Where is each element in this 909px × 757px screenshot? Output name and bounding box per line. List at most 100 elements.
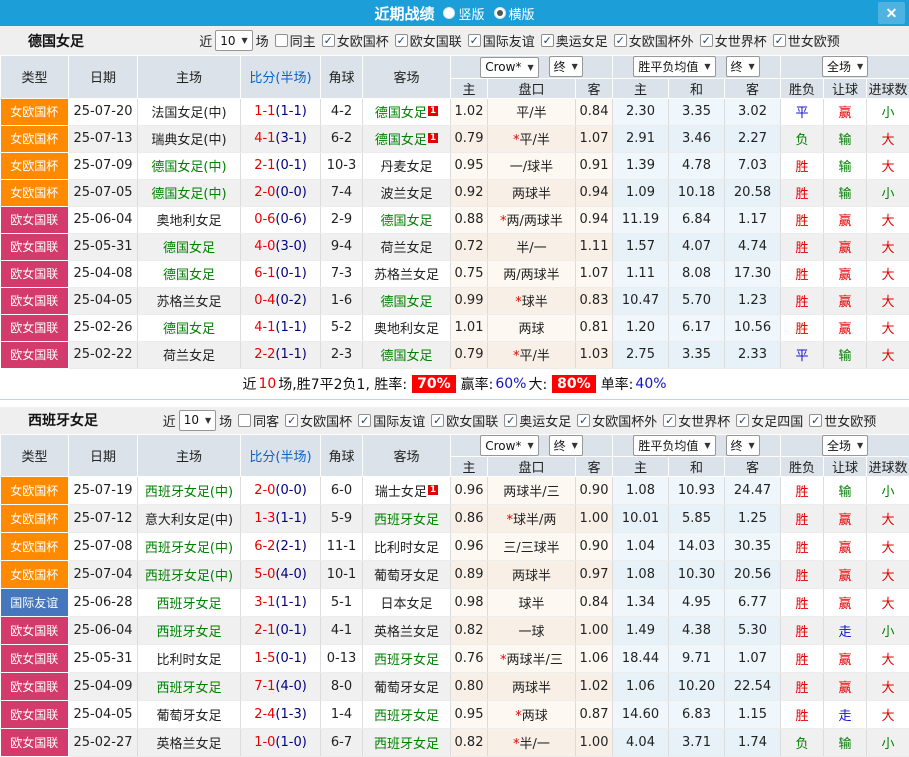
match-count-select[interactable]: 10▼ xyxy=(179,410,216,431)
competition-filter[interactable]: ✓欧女国联 xyxy=(395,31,462,50)
fulltime-score: 1-3 xyxy=(254,511,275,526)
match-row: 欧女国联25-02-27英格兰女足1-0(1-0)6-7西班牙女足0.82*半/… xyxy=(1,729,909,757)
handicap-line: *两球 xyxy=(488,701,576,729)
avg-draw-odds: 8.08 xyxy=(669,260,725,287)
avg-draw-odds: 10.93 xyxy=(669,477,725,505)
same-venue-filter[interactable]: 同主 xyxy=(275,31,316,50)
header-col-corner: 角球 xyxy=(321,434,363,477)
odds-provider-select[interactable]: Crow*▼ xyxy=(480,57,538,78)
competition-filter[interactable]: ✓女世界杯 xyxy=(663,411,730,430)
close-button[interactable]: ✕ xyxy=(878,2,905,24)
halftime-score: (0-6) xyxy=(275,212,306,227)
checkbox-checked-icon[interactable]: ✓ xyxy=(285,414,298,427)
goals-result: 大 xyxy=(867,206,909,233)
away-odds: 0.84 xyxy=(576,98,613,125)
header-sub-handicap-result: 让球 xyxy=(824,457,867,477)
handicap-text: 两球半 xyxy=(512,569,551,584)
match-count-select[interactable]: 10▼ xyxy=(215,30,252,51)
checkbox-checked-icon[interactable]: ✓ xyxy=(700,34,713,47)
corner-count: 5-1 xyxy=(321,589,363,617)
handicap-result: 输 xyxy=(824,152,867,179)
match-date: 25-02-27 xyxy=(69,729,138,757)
checkbox-checked-icon[interactable]: ✓ xyxy=(614,34,627,47)
goals-result: 大 xyxy=(867,505,909,533)
avg-away-odds: 30.35 xyxy=(725,533,781,561)
competition-filter[interactable]: ✓女足四国 xyxy=(736,411,803,430)
goals-result: 大 xyxy=(867,341,909,368)
competition-filter[interactable]: ✓女欧国杯 xyxy=(322,31,389,50)
fulltime-score: 2-1 xyxy=(254,623,275,638)
competition-filter[interactable]: ✓奥运女足 xyxy=(504,411,571,430)
competition-filter[interactable]: ✓女欧国杯外 xyxy=(577,411,657,430)
checkbox-checked-icon[interactable]: ✓ xyxy=(663,414,676,427)
corner-count: 2-9 xyxy=(321,206,363,233)
avg-draw-odds: 5.70 xyxy=(669,287,725,314)
layout-horizontal-option[interactable]: 横版 xyxy=(494,4,535,23)
header-sub-avg-home: 主 xyxy=(613,78,669,98)
chevron-down-icon: ▼ xyxy=(857,62,863,71)
checkbox-unchecked-icon[interactable] xyxy=(238,414,251,427)
avg-stage-select[interactable]: 终▼ xyxy=(726,56,760,77)
chevron-down-icon: ▼ xyxy=(704,62,710,71)
avg-away-odds: 20.58 xyxy=(725,179,781,206)
odds-provider-select[interactable]: Crow*▼ xyxy=(480,435,538,456)
checkbox-checked-icon[interactable]: ✓ xyxy=(577,414,590,427)
scope-select[interactable]: 全场▼ xyxy=(822,56,868,77)
goals-result: 大 xyxy=(867,233,909,260)
competition-filter[interactable]: ✓欧女国联 xyxy=(431,411,498,430)
handicap-result: 赢 xyxy=(824,589,867,617)
competition-filter[interactable]: ✓世女欧预 xyxy=(809,411,876,430)
table-body: 女欧国杯25-07-20法国女足(中)1-1(1-1)4-2德国女足11.02平… xyxy=(1,98,909,368)
avg-odds-select[interactable]: 胜平负均值▼ xyxy=(633,435,715,456)
summary-bar: 近10场,胜7平2负1, 胜率:70%赢率:60% 大:80%单率:40% xyxy=(0,369,909,400)
header-row-top: 类型日期主场比分(半场)角球客场Crow*▼终▼胜平负均值▼终▼全场▼ xyxy=(1,434,909,457)
match-result: 胜 xyxy=(781,477,824,505)
checkbox-checked-icon[interactable]: ✓ xyxy=(395,34,408,47)
competition-filter[interactable]: ✓世女欧预 xyxy=(773,31,840,50)
checkbox-checked-icon[interactable]: ✓ xyxy=(773,34,786,47)
score-cell: 1-3(1-1) xyxy=(241,505,321,533)
odds-stage-select[interactable]: 终▼ xyxy=(549,435,583,456)
competition-badge: 欧女国联 xyxy=(1,617,69,645)
away-odds: 0.90 xyxy=(576,477,613,505)
match-date: 25-04-05 xyxy=(69,701,138,729)
competition-filter-label: 女欧国杯 xyxy=(337,31,389,50)
away-team: 日本女足 xyxy=(363,589,451,617)
chevron-down-icon: ▼ xyxy=(704,441,710,450)
checkbox-checked-icon[interactable]: ✓ xyxy=(468,34,481,47)
avg-home-odds: 18.44 xyxy=(613,645,669,673)
fulltime-score: 2-2 xyxy=(254,347,275,362)
competition-filter[interactable]: ✓国际友谊 xyxy=(358,411,425,430)
same-venue-filter[interactable]: 同客 xyxy=(238,411,279,430)
handicap-line: 两球半 xyxy=(488,561,576,589)
checkbox-checked-icon[interactable]: ✓ xyxy=(809,414,822,427)
avg-stage-select[interactable]: 终▼ xyxy=(726,435,760,456)
competition-filter[interactable]: ✓女欧国杯外 xyxy=(614,31,694,50)
away-team: 荷兰女足 xyxy=(363,233,451,260)
recent-results-window: 近期战绩 竖版 横版 ✕ 德国女足近10▼场同主✓女欧国杯✓欧女国联✓国际友谊✓… xyxy=(0,0,909,757)
avg-odds-select[interactable]: 胜平负均值▼ xyxy=(633,56,715,77)
handicap-line: 两球半 xyxy=(488,673,576,701)
away-team-name: 葡萄牙女足 xyxy=(374,569,439,584)
checkbox-checked-icon[interactable]: ✓ xyxy=(358,414,371,427)
halftime-score: (0-0) xyxy=(275,483,306,498)
checkbox-checked-icon[interactable]: ✓ xyxy=(504,414,517,427)
match-row: 女欧国杯25-07-09德国女足(中)2-1(0-1)10-3丹麦女足0.95一… xyxy=(1,152,909,179)
checkbox-checked-icon[interactable]: ✓ xyxy=(431,414,444,427)
competition-filter[interactable]: ✓女欧国杯 xyxy=(285,411,352,430)
odds-stage-select[interactable]: 终▼ xyxy=(549,56,583,77)
checkbox-checked-icon[interactable]: ✓ xyxy=(541,34,554,47)
checkbox-checked-icon[interactable]: ✓ xyxy=(736,414,749,427)
competition-filter[interactable]: ✓国际友谊 xyxy=(468,31,535,50)
fulltime-score: 2-0 xyxy=(254,483,275,498)
checkbox-checked-icon[interactable]: ✓ xyxy=(322,34,335,47)
checkbox-unchecked-icon[interactable] xyxy=(275,34,288,47)
avg-away-odds: 17.30 xyxy=(725,260,781,287)
competition-filter[interactable]: ✓女世界杯 xyxy=(700,31,767,50)
scope-select[interactable]: 全场▼ xyxy=(822,435,868,456)
team-section: 德国女足近10▼场同主✓女欧国杯✓欧女国联✓国际友谊✓奥运女足✓女欧国杯外✓女世… xyxy=(0,26,909,400)
layout-vertical-option[interactable]: 竖版 xyxy=(443,4,484,23)
competition-filter[interactable]: ✓奥运女足 xyxy=(541,31,608,50)
halftime-score: (1-1) xyxy=(275,320,306,335)
fulltime-score: 2-0 xyxy=(254,185,275,200)
